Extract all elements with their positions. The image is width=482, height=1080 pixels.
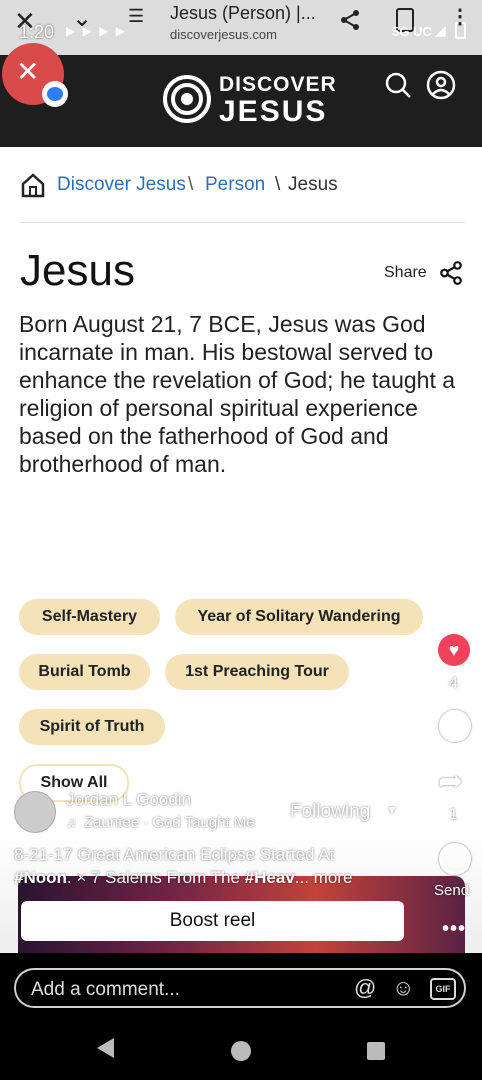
article-summary: Born August 21, 7 BCE, Jesus was God inc… bbox=[19, 311, 456, 477]
tag-burial-tomb[interactable]: Burial Tomb bbox=[19, 654, 150, 690]
browser-top-bar: ✕ 1:20 ⌄ ▶ ▶ ▶ ▶ ☰ Jesus (Person) |... d… bbox=[0, 0, 482, 55]
emoji-icon[interactable]: ☺ bbox=[392, 975, 414, 1001]
share-label[interactable]: Share bbox=[384, 264, 427, 282]
reel-audio[interactable]: Zauntee · God Taught Me bbox=[84, 814, 255, 831]
site-header: DISCOVER JESUS bbox=[0, 55, 482, 147]
reel-author[interactable]: Jordan L Goodin bbox=[66, 790, 191, 810]
nav-back-icon[interactable] bbox=[97, 1038, 114, 1058]
music-note-icon: ♫ bbox=[66, 814, 77, 830]
heart-icon: ♥ bbox=[448, 639, 460, 660]
gif-icon[interactable]: GIF bbox=[430, 978, 456, 1000]
breadcrumb-discover-jesus[interactable]: Discover Jesus bbox=[57, 174, 186, 196]
filter-icon[interactable]: ☰ bbox=[128, 6, 144, 27]
reel-caption-line2[interactable]: #Noon. × 7 Salems From The #Heav... more bbox=[14, 868, 352, 888]
tag-1st-preaching-tour[interactable]: 1st Preaching Tour bbox=[165, 654, 349, 690]
search-icon[interactable] bbox=[384, 71, 412, 99]
network-status: 5G UC bbox=[392, 24, 432, 39]
logo-icon[interactable] bbox=[163, 75, 211, 123]
close-icon[interactable]: ✕ bbox=[16, 55, 39, 88]
hashtag-noon[interactable]: #Noon bbox=[14, 868, 67, 887]
nav-home-icon[interactable] bbox=[231, 1041, 251, 1061]
logo-text-line1[interactable]: DISCOVER bbox=[219, 73, 337, 97]
share-count: 1 bbox=[449, 806, 458, 823]
avatar[interactable] bbox=[14, 791, 56, 833]
like-button[interactable]: ♥ bbox=[438, 634, 470, 666]
tag-spirit-of-truth[interactable]: Spirit of Truth bbox=[19, 709, 165, 745]
mention-icon[interactable]: @ bbox=[354, 975, 376, 1001]
home-icon[interactable] bbox=[20, 172, 46, 198]
messenger-icon[interactable] bbox=[439, 843, 471, 875]
reel-caption-line1: 8-21-17 Great American Eclipse Started A… bbox=[14, 845, 335, 864]
chat-head-bubble[interactable]: ✕ bbox=[2, 43, 68, 107]
chevron-down-icon[interactable]: ▼ bbox=[386, 803, 398, 817]
nav-recents-icon[interactable] bbox=[367, 1042, 385, 1060]
account-icon[interactable] bbox=[426, 70, 456, 100]
comment-placeholder: Add a comment... bbox=[31, 979, 180, 1000]
comment-icon[interactable] bbox=[439, 710, 471, 742]
page-url: discoverjesus.com bbox=[170, 27, 277, 42]
page-title-heading: Jesus bbox=[20, 246, 135, 295]
more-options-icon[interactable]: ⋮ bbox=[450, 4, 470, 29]
breadcrumb-current: Jesus bbox=[288, 174, 338, 195]
boost-reel-button[interactable]: Boost reel bbox=[21, 901, 404, 941]
share-icon[interactable] bbox=[438, 260, 464, 286]
caption-text: . × 7 Salems From The bbox=[66, 868, 245, 887]
share-icon[interactable] bbox=[338, 8, 362, 32]
breadcrumb-separator: \ bbox=[188, 174, 194, 195]
following-button[interactable]: Following bbox=[290, 801, 370, 823]
page-title: Jesus (Person) |... bbox=[170, 3, 316, 23]
status-time: 1:20 bbox=[19, 22, 55, 42]
send-label[interactable]: Send bbox=[434, 882, 469, 899]
chat-icon bbox=[47, 87, 63, 101]
logo-text-line2[interactable]: JESUS bbox=[219, 95, 327, 129]
more-options-icon[interactable]: ••• bbox=[442, 918, 466, 941]
breadcrumb-separator: \ bbox=[275, 174, 281, 195]
see-more-link[interactable]: ... more bbox=[295, 868, 353, 887]
like-count: 4 bbox=[449, 675, 458, 692]
tag-year-of-solitary-wandering[interactable]: Year of Solitary Wandering bbox=[175, 599, 423, 635]
notification-icons: ▶ ▶ ▶ ▶ bbox=[66, 24, 127, 38]
signal-icon: ◢ bbox=[435, 22, 446, 38]
hashtag-heav[interactable]: #Heav bbox=[245, 868, 295, 887]
breadcrumb: Discover Jesus \ Person \ Jesus bbox=[20, 170, 465, 200]
bottom-bar: Add a comment... @ ☺ GIF bbox=[0, 953, 482, 1080]
breadcrumb-person[interactable]: Person bbox=[205, 174, 265, 196]
comment-input[interactable]: Add a comment... @ ☺ GIF bbox=[14, 968, 466, 1008]
tag-self-mastery[interactable]: Self-Mastery bbox=[19, 599, 160, 635]
divider bbox=[20, 222, 465, 223]
share-arrow-icon[interactable]: ➦ bbox=[438, 764, 463, 799]
